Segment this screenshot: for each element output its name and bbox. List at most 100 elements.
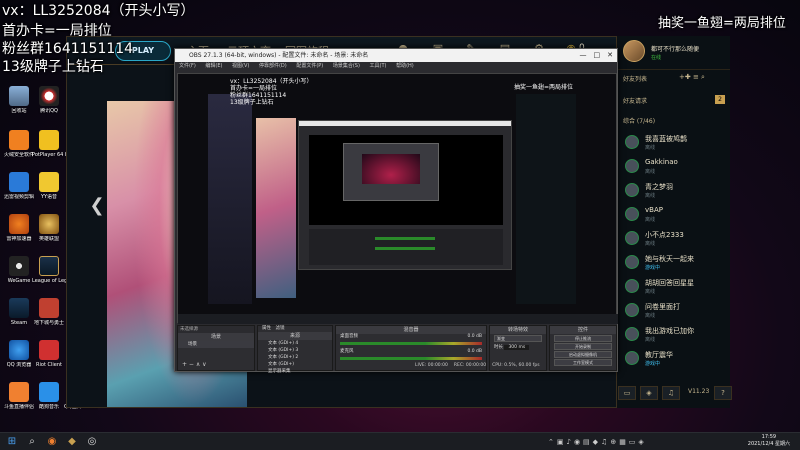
voice-icon[interactable]: ♫ — [662, 386, 680, 400]
preview-taskbar — [178, 314, 618, 324]
friend-status: 离线 — [645, 241, 656, 247]
qq-desktop-icon[interactable]: 腾讯QQ — [32, 86, 66, 114]
missions-icon[interactable]: ◈ — [640, 386, 658, 400]
kugou-icon[interactable]: 酷狗音乐 — [32, 382, 66, 410]
source-item[interactable]: 显示器采集 — [258, 368, 332, 375]
friend-name: 胡胡回答回星星 — [645, 279, 694, 287]
menu-scene-collection[interactable]: 场景集合(S) — [333, 63, 360, 69]
duration-label: 时长 — [494, 345, 503, 350]
preview-desktop: vx：LL3252084（开头小写） 首办卡=一局排位 粉丝群164115111… — [177, 73, 618, 324]
filters-button[interactable]: 滤镜 — [276, 326, 285, 331]
video-edit-icon[interactable]: 迅雷视频剪辑 — [2, 172, 36, 200]
friend-row[interactable]: 我出游戏已加你 离线 — [617, 324, 731, 346]
desktop: 回收站 腾讯QQ 火绒安全软件 PotPlayer 64 bit 迅雷视频剪辑 … — [0, 0, 800, 450]
preview-nested-preview — [309, 135, 503, 225]
duration-input[interactable]: 300 ms — [504, 345, 530, 350]
summoner-avatar[interactable] — [623, 40, 645, 62]
friend-name: Gakkinao — [645, 158, 678, 166]
riot-client-icon[interactable]: Riot Client — [32, 340, 66, 368]
chat-icon[interactable]: ▭ — [618, 386, 636, 400]
friend-avatar — [625, 183, 639, 197]
friend-avatar — [625, 135, 639, 149]
studio-mode-button[interactable]: 工作室模式 — [554, 359, 612, 366]
stop-stream-button[interactable]: 停止推流 — [554, 335, 612, 342]
friend-row[interactable]: 胡胡回答回星星 离线 — [617, 276, 731, 298]
taskbar-lol-icon[interactable]: ◆ — [66, 436, 78, 448]
system-tray-icons[interactable]: ⌃▣♪◉▤◆♫⊕▦▭◈ — [548, 438, 647, 446]
properties-button[interactable]: 属性 — [262, 326, 271, 331]
scene-add-icon[interactable]: + − ∧ ∨ — [182, 361, 207, 368]
add-friend-icon[interactable]: +✚ ≡ ⌕ — [679, 73, 705, 82]
friend-row[interactable]: 她与秋天一起来 游戏中 — [617, 252, 731, 274]
menu-help[interactable]: 帮助(H) — [396, 63, 414, 69]
source-item[interactable]: 文本 (GDI+) 2 — [258, 354, 332, 361]
friends-header: 好友列表 — [623, 76, 648, 83]
steam-icon[interactable]: Steam — [2, 298, 36, 326]
friend-row[interactable]: 教厅震华 游戏中 — [617, 348, 731, 370]
window-controls-icon[interactable]: — □ ✕ — [580, 49, 613, 62]
friend-name: 教厅震华 — [645, 351, 673, 359]
windows-start-icon[interactable]: ⊞ — [6, 436, 18, 448]
recycle-bin-icon[interactable]: 回收站 — [2, 86, 36, 114]
friend-status: 离线 — [645, 193, 656, 199]
friend-name: 她与秋天一起来 — [645, 255, 694, 263]
menu-tools[interactable]: 工具(T) — [370, 63, 387, 69]
source-item[interactable]: 文本 (GDI+) 3 — [258, 347, 332, 354]
summoner-status: 在线 — [651, 55, 662, 61]
wegame-icon[interactable]: WeGame — [2, 256, 36, 284]
huorong-icon[interactable]: 火绒安全软件 — [2, 130, 36, 158]
preview-friend-panel — [516, 94, 576, 304]
friend-row[interactable]: 小不点2333 离线 — [617, 228, 731, 250]
start-recording-button[interactable]: 开始录制 — [554, 343, 612, 350]
help-icon[interactable]: ? — [714, 386, 732, 400]
friend-row[interactable]: Gakkinao 离线 — [617, 156, 731, 178]
menu-edit[interactable]: 编辑(E) — [205, 63, 222, 69]
virtual-camera-button[interactable]: 启动虚拟摄像机 — [554, 351, 612, 358]
mic-audio-meter[interactable] — [340, 357, 482, 360]
obs-preview[interactable]: vx：LL3252084（开头小写） 首办卡=一局排位 粉丝群164115111… — [177, 73, 618, 324]
overlay-line-3: 粉丝群1641151114 — [2, 41, 134, 57]
friend-requests-label[interactable]: 好友请求 — [623, 96, 647, 105]
menu-view[interactable]: 视图(V) — [232, 63, 249, 69]
friend-requests-badge: 2 — [715, 95, 725, 104]
menu-profile[interactable]: 配置文件(P) — [296, 63, 323, 69]
friend-group-label[interactable]: 综合 (7/46) — [623, 116, 655, 125]
friend-row[interactable]: 问卷里面打 离线 — [617, 300, 731, 322]
friend-status: 离线 — [645, 145, 656, 151]
search-icon[interactable]: ⌕ — [26, 436, 38, 448]
controls-dock-header: 控件 — [550, 326, 616, 334]
source-item[interactable]: 文本 (GDI+) 4 — [258, 340, 332, 347]
desktop-audio-meter[interactable] — [340, 342, 482, 345]
dnf-icon[interactable]: 地下城与勇士 — [32, 298, 66, 326]
friend-row[interactable]: vBAP 离线 — [617, 204, 731, 226]
friend-status: 游戏中 — [645, 361, 661, 367]
prev-arrow-icon[interactable]: ❮ — [89, 195, 105, 217]
potplayer-icon[interactable]: PotPlayer 64 bit — [32, 130, 66, 158]
friend-status: 离线 — [645, 337, 656, 343]
taskbar-douyu-icon[interactable]: ◉ — [46, 436, 58, 448]
qq-browser-icon[interactable]: QQ 浏览器 — [2, 340, 36, 368]
clock-time: 17:59 — [761, 434, 777, 440]
friend-row[interactable]: 我喜蓝被鸠鹊 离线 — [617, 132, 731, 154]
friend-avatar — [625, 231, 639, 245]
obs-status-bar: LIVE: 00:00:00 REC: 00:00:00 CPU: 0.5%, … — [415, 362, 540, 368]
league-icon[interactable]: League of Legends — [32, 256, 66, 284]
lol-cn-icon[interactable]: 英雄联盟 — [32, 214, 66, 242]
douyu-icon[interactable]: 斗鱼直播伴侣 — [2, 382, 36, 410]
transition-select[interactable]: 渐变 — [494, 335, 542, 342]
source-item[interactable]: 文本 (GDI+) — [258, 361, 332, 368]
menu-docks[interactable]: 停靠部件(D) — [259, 63, 287, 69]
friend-row[interactable]: 青之梦羽 离线 — [617, 180, 731, 202]
scene-item[interactable]: 场景 — [178, 341, 254, 348]
sources-dock-header: 来源 — [258, 332, 332, 340]
clock[interactable]: 17:59 2021/12/4 星期六 — [748, 434, 790, 448]
menu-file[interactable]: 文件(F) — [179, 63, 196, 69]
taskbar-obs-icon[interactable]: ◎ — [86, 436, 98, 448]
friend-status: 离线 — [645, 217, 656, 223]
friend-status: 游戏中 — [645, 265, 661, 271]
yy-icon[interactable]: YY语音 — [32, 172, 66, 200]
overlay-line-2: 首办卡=一局排位 — [2, 23, 112, 39]
taskbar: ⊞ ⌕ ◉ ◆ ◎ ⌃▣♪◉▤◆♫⊕▦▭◈ 17:59 2021/12/4 星期… — [0, 432, 800, 450]
summoner-header: 都可不行那么随便 在线 — [617, 36, 730, 70]
leishen-icon[interactable]: 雷神加速器 — [2, 214, 36, 242]
